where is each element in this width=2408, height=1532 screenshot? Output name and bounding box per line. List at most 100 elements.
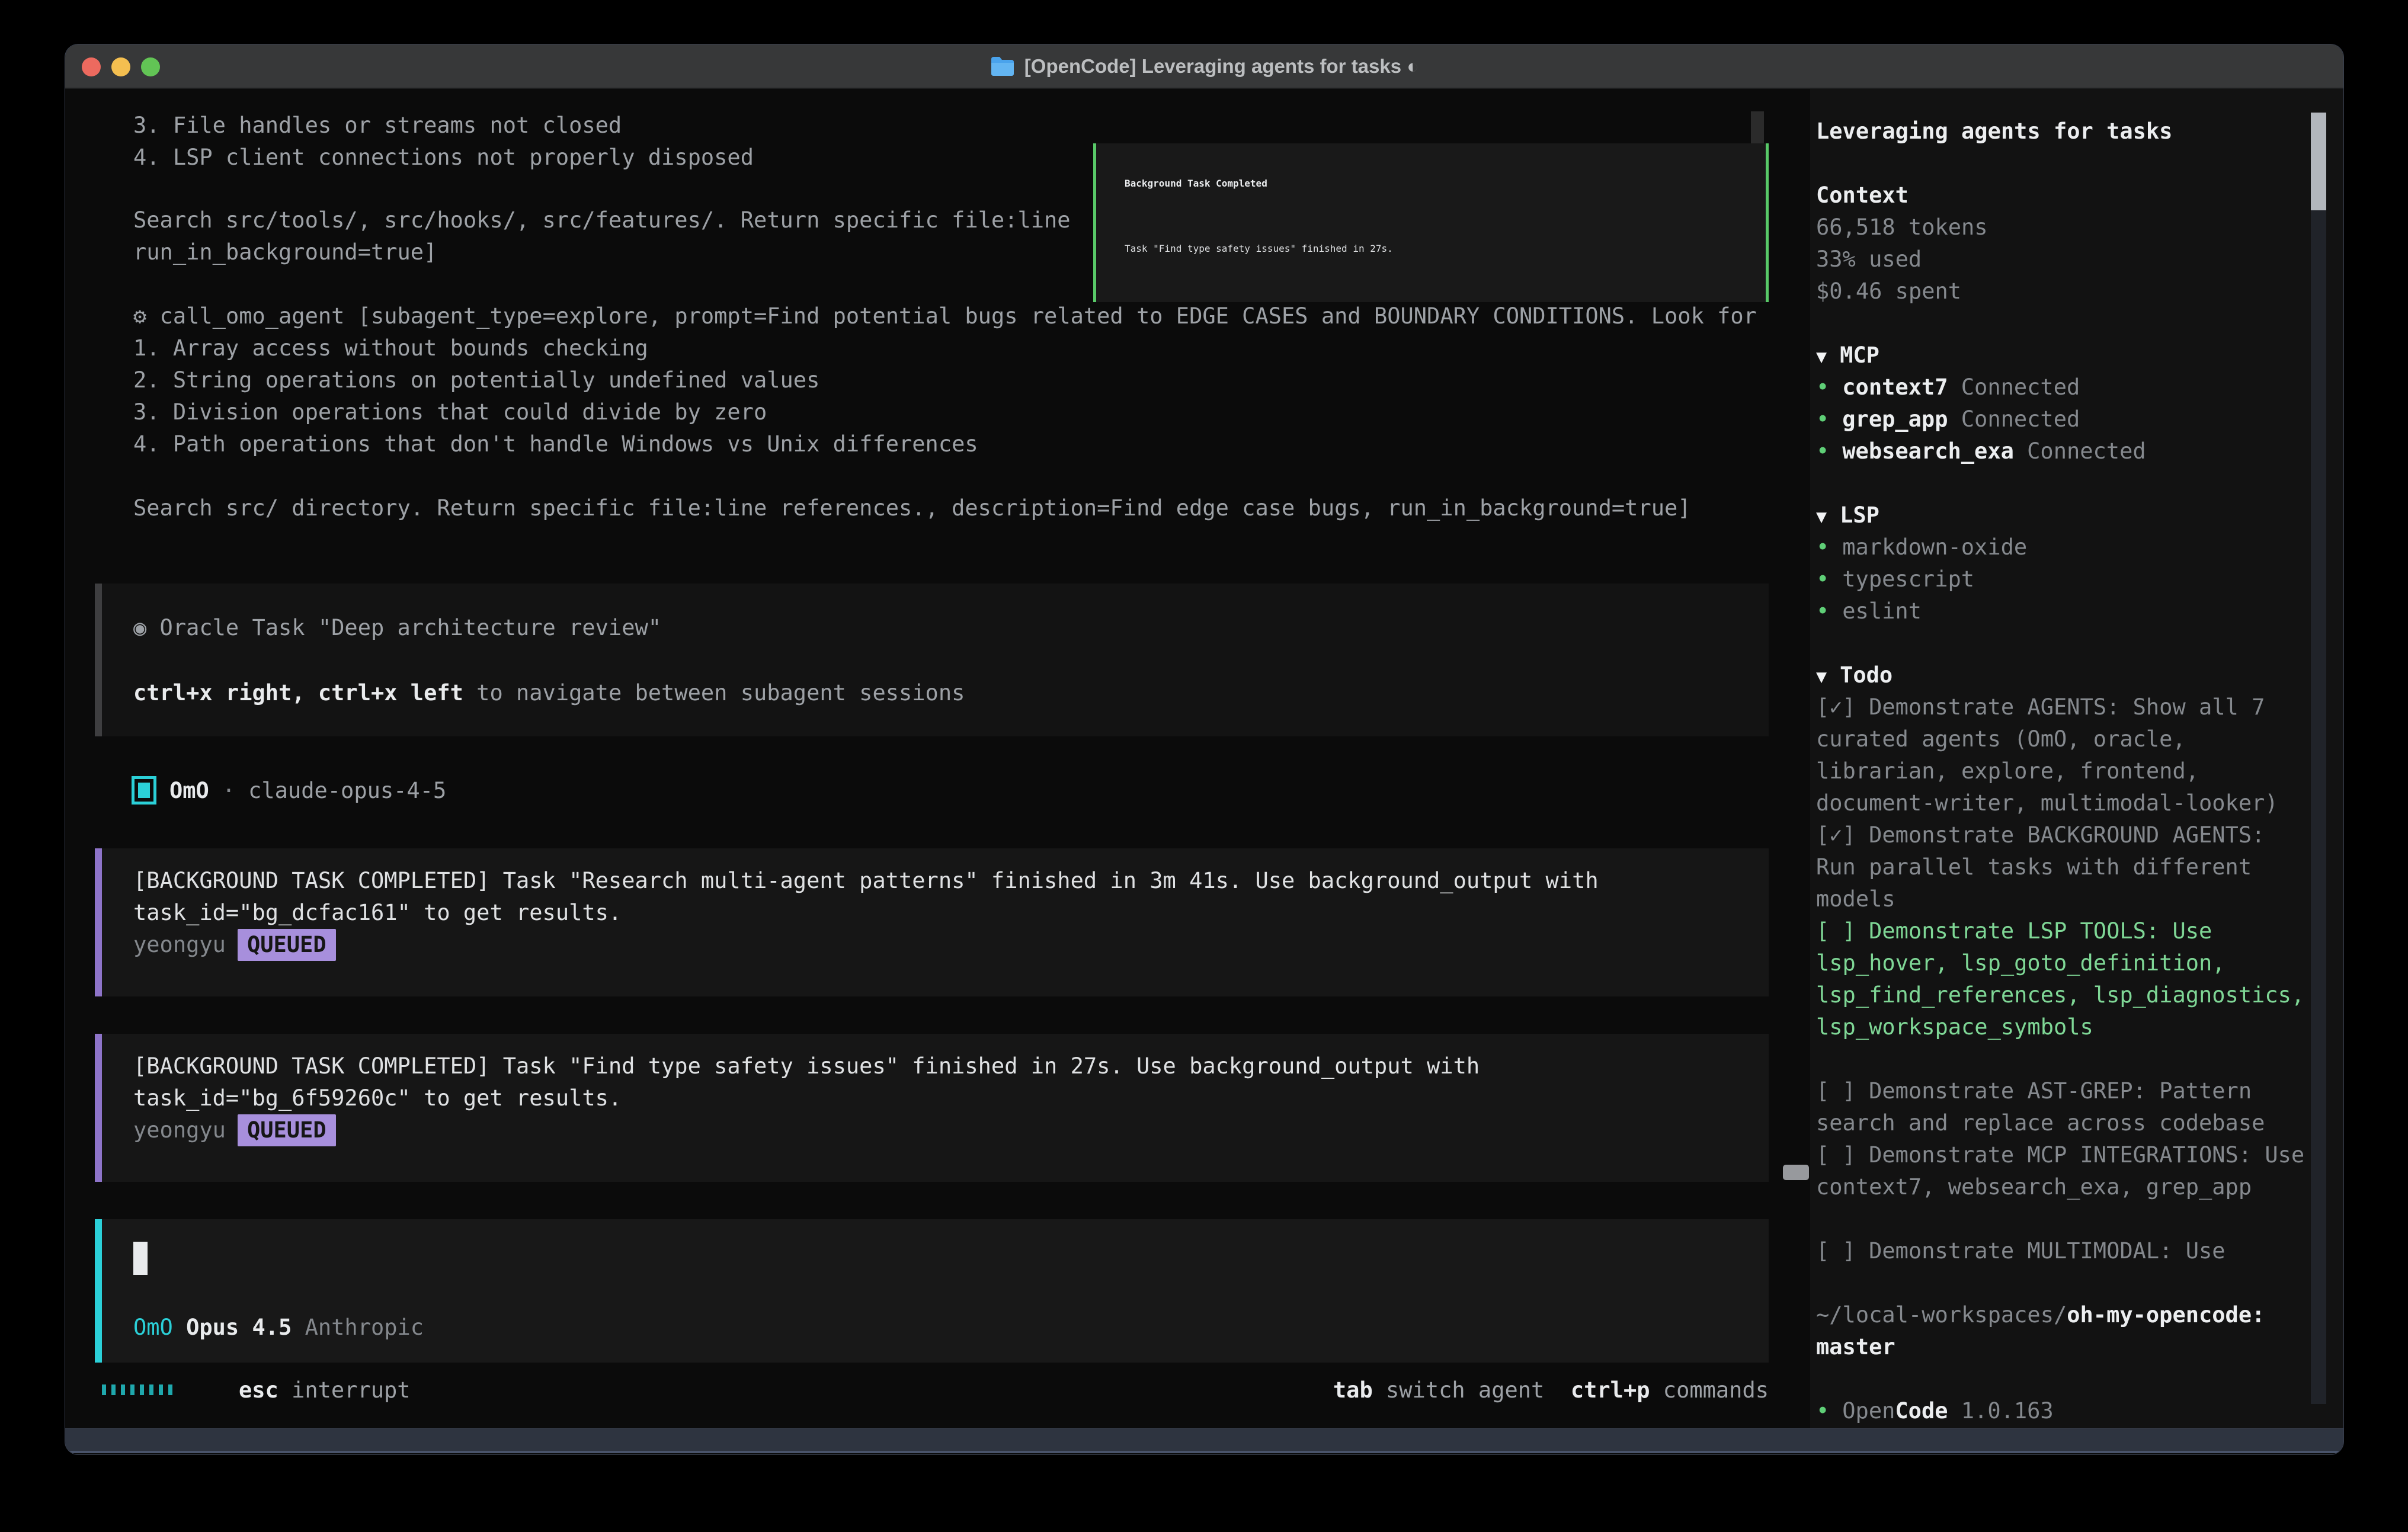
chevron-down-icon: ▼ [1816,666,1827,687]
chevron-down-icon: ▼ [1816,347,1827,367]
session-title: Leveraging agents for tasks [1816,116,2343,148]
bullet-icon: • [1816,534,1829,560]
input-agent-name: OmO [133,1315,173,1340]
todo-item-done: [✓] Demonstrate AGENTS: Show all 7 curat… [1816,691,2309,819]
mcp-item-name: grep_app [1842,406,1948,432]
todo-item-current: [ ] Demonstrate LSP TOOLS: Use lsp_hover… [1816,915,2309,1043]
ctrl-p-key: ctrl+p [1571,1377,1650,1403]
bullet-icon: • [1816,406,1829,432]
oracle-task-title: ◉ Oracle Task "Deep architecture review" [133,612,1769,644]
sidebar-scrollbar-track[interactable] [2311,113,2326,1404]
mcp-item-status: Connected [1948,406,2080,432]
tool-call-item: 1. Array access without bounds checking [95,332,1810,364]
traffic-lights [82,44,160,89]
background-task-box: [BACKGROUND TASK COMPLETED] Task "Find t… [95,1034,1769,1182]
tab-key: tab [1333,1377,1373,1403]
context-tokens: 66,518 tokens [1816,211,2343,243]
sidebar-scrollbar-thumb[interactable] [2311,113,2326,210]
opencode-window: [OpenCode] Leveraging agents for tasks ◐… [65,44,2343,1454]
toast-title: Background Task Completed [1125,168,1766,200]
background-task-toast[interactable]: Background Task Completed Task "Find typ… [1093,143,1769,302]
todo-item-pending: [ ] Demonstrate MULTIMODAL: Use [1816,1235,2309,1267]
mcp-section-header[interactable]: ▼MCP [1816,339,2343,371]
keyboard-hints: tab switch agent ctrl+p commands [1333,1377,1769,1403]
task-meta-row: yeongyuQUEUED [133,1114,1769,1146]
todo-item-pending: [ ] Demonstrate MCP INTEGRATIONS: Use co… [1816,1139,2309,1203]
tool-call-item: 2. String operations on potentially unde… [95,364,1810,396]
todo-item-done: [✓] Demonstrate BACKGROUND AGENTS: Run p… [1816,819,2309,915]
oracle-task-panel: ◉ Oracle Task "Deep architecture review"… [95,584,1769,736]
bullet-icon: • [1816,598,1829,624]
mcp-item-status: Connected [2014,438,2146,464]
shortcut-hint-text: to navigate between subagent sessions [463,680,965,706]
mcp-item-name: context7 [1842,374,1948,400]
tool-call-tail: Search src/ directory. Return specific f… [95,492,1810,524]
desktop-background: [OpenCode] Leveraging agents for tasks ◐… [0,0,2408,1532]
window-bottom-edge [65,1428,2343,1453]
task-user: yeongyu [133,932,226,957]
mcp-item: • context7 Connected [1816,371,2343,403]
context-used: 33% used [1816,243,2343,275]
lsp-item: • eslint [1816,595,2343,627]
maximize-window-button[interactable] [141,57,160,76]
bullet-icon: • [1816,566,1829,592]
target-icon: ◉ [133,615,146,640]
context-header: Context [1816,180,2343,211]
bullet-icon: • [1816,374,1829,400]
todo-section-header[interactable]: ▼Todo [1816,659,2343,691]
toast-body: Task "Find type safety issues" finished … [1125,233,1766,265]
minimize-window-button[interactable] [111,57,130,76]
window-title-group: [OpenCode] Leveraging agents for tasks ◐ [990,55,1418,78]
task-message-line: [BACKGROUND TASK COMPLETED] Task "Resear… [133,865,1769,897]
ctrl-p-action: commands [1650,1377,1769,1403]
workspace-repo: oh-my-opencode: [2067,1302,2265,1328]
app-version-number: 1.0.163 [1948,1398,2054,1424]
lsp-item: •markdown-oxide [1816,531,2343,563]
tool-call-line: ⚙ call_omo_agent [subagent_type=explore,… [95,300,1810,332]
lsp-item: • typescript [1816,563,2343,595]
task-meta-row: yeongyu QUEUED [133,929,1769,961]
prompt-input-area[interactable]: OmO Opus 4.5 Anthropic [95,1219,1769,1363]
tab-action: switch agent [1373,1377,1571,1403]
agent-model: claude-opus-4-5 [248,778,446,803]
task-message-line: task_id="bg_dcfac161" to get results. [133,897,1769,929]
workspace-branch: master [1816,1331,2343,1363]
text-cursor [133,1242,148,1275]
input-provider-name: Anthropic [305,1315,424,1340]
main-scrollbar-thumb-bottom[interactable] [1783,1165,1809,1180]
mcp-item: • grep_app Connected [1816,403,2343,435]
oracle-shortcut-hint: ctrl+x right, ctrl+x left to navigate be… [133,677,1769,709]
gear-icon: ⚙ [133,303,146,329]
input-model-name: Opus 4.5 [173,1315,305,1340]
mcp-item-status: Connected [1948,374,2080,400]
mcp-item-name: websearch_exa [1842,438,2014,464]
bullet-icon: • [1816,438,1829,464]
agent-header: OmO · claude-opus-4-5 [95,773,1810,807]
input-model-row: OmO Opus 4.5 Anthropic [133,1312,1769,1344]
queued-status-badge: QUEUED [238,929,336,961]
context-spent: $0.46 spent [1816,275,2343,307]
window-title: [OpenCode] Leveraging agents for tasks ◐ [1024,55,1418,78]
opencode-version: •OpenCode 1.0.163 [1816,1395,2343,1427]
lsp-item-name: eslint [1842,598,1922,624]
shortcut-keys: ctrl+x right, ctrl+x left [133,680,463,706]
log-line: 3. File handles or streams not closed [95,110,1810,142]
tool-call-item: 3. Division operations that could divide… [95,396,1810,428]
close-window-button[interactable] [82,57,101,76]
agent-name: OmO [169,778,209,803]
tool-call-item: 4. Path operations that don't handle Win… [95,428,1810,460]
omo-agent-icon [132,776,156,805]
esc-action: interrupt [278,1377,411,1403]
lsp-item-name: typescript [1842,566,1974,592]
task-user: yeongyu [133,1117,226,1143]
tool-call-text: call_omo_agent [subagent_type=explore, p… [160,303,1757,329]
task-message-line: task_id="bg_6f59260c" to get results. [133,1082,1769,1114]
lsp-section-header[interactable]: ▼LSP [1816,499,2343,531]
esc-hint: esc interrupt [239,1377,411,1403]
bullet-icon: • [1816,1398,1829,1424]
app-name-light: Open [1842,1398,1895,1424]
workspace-path-prefix: ~/local-workspaces/ [1816,1302,2067,1328]
chevron-down-icon: ▼ [1816,507,1827,527]
window-titlebar: [OpenCode] Leveraging agents for tasks ◐ [65,44,2343,89]
window-body: 3. File handles or streams not closed 4.… [65,89,2343,1428]
